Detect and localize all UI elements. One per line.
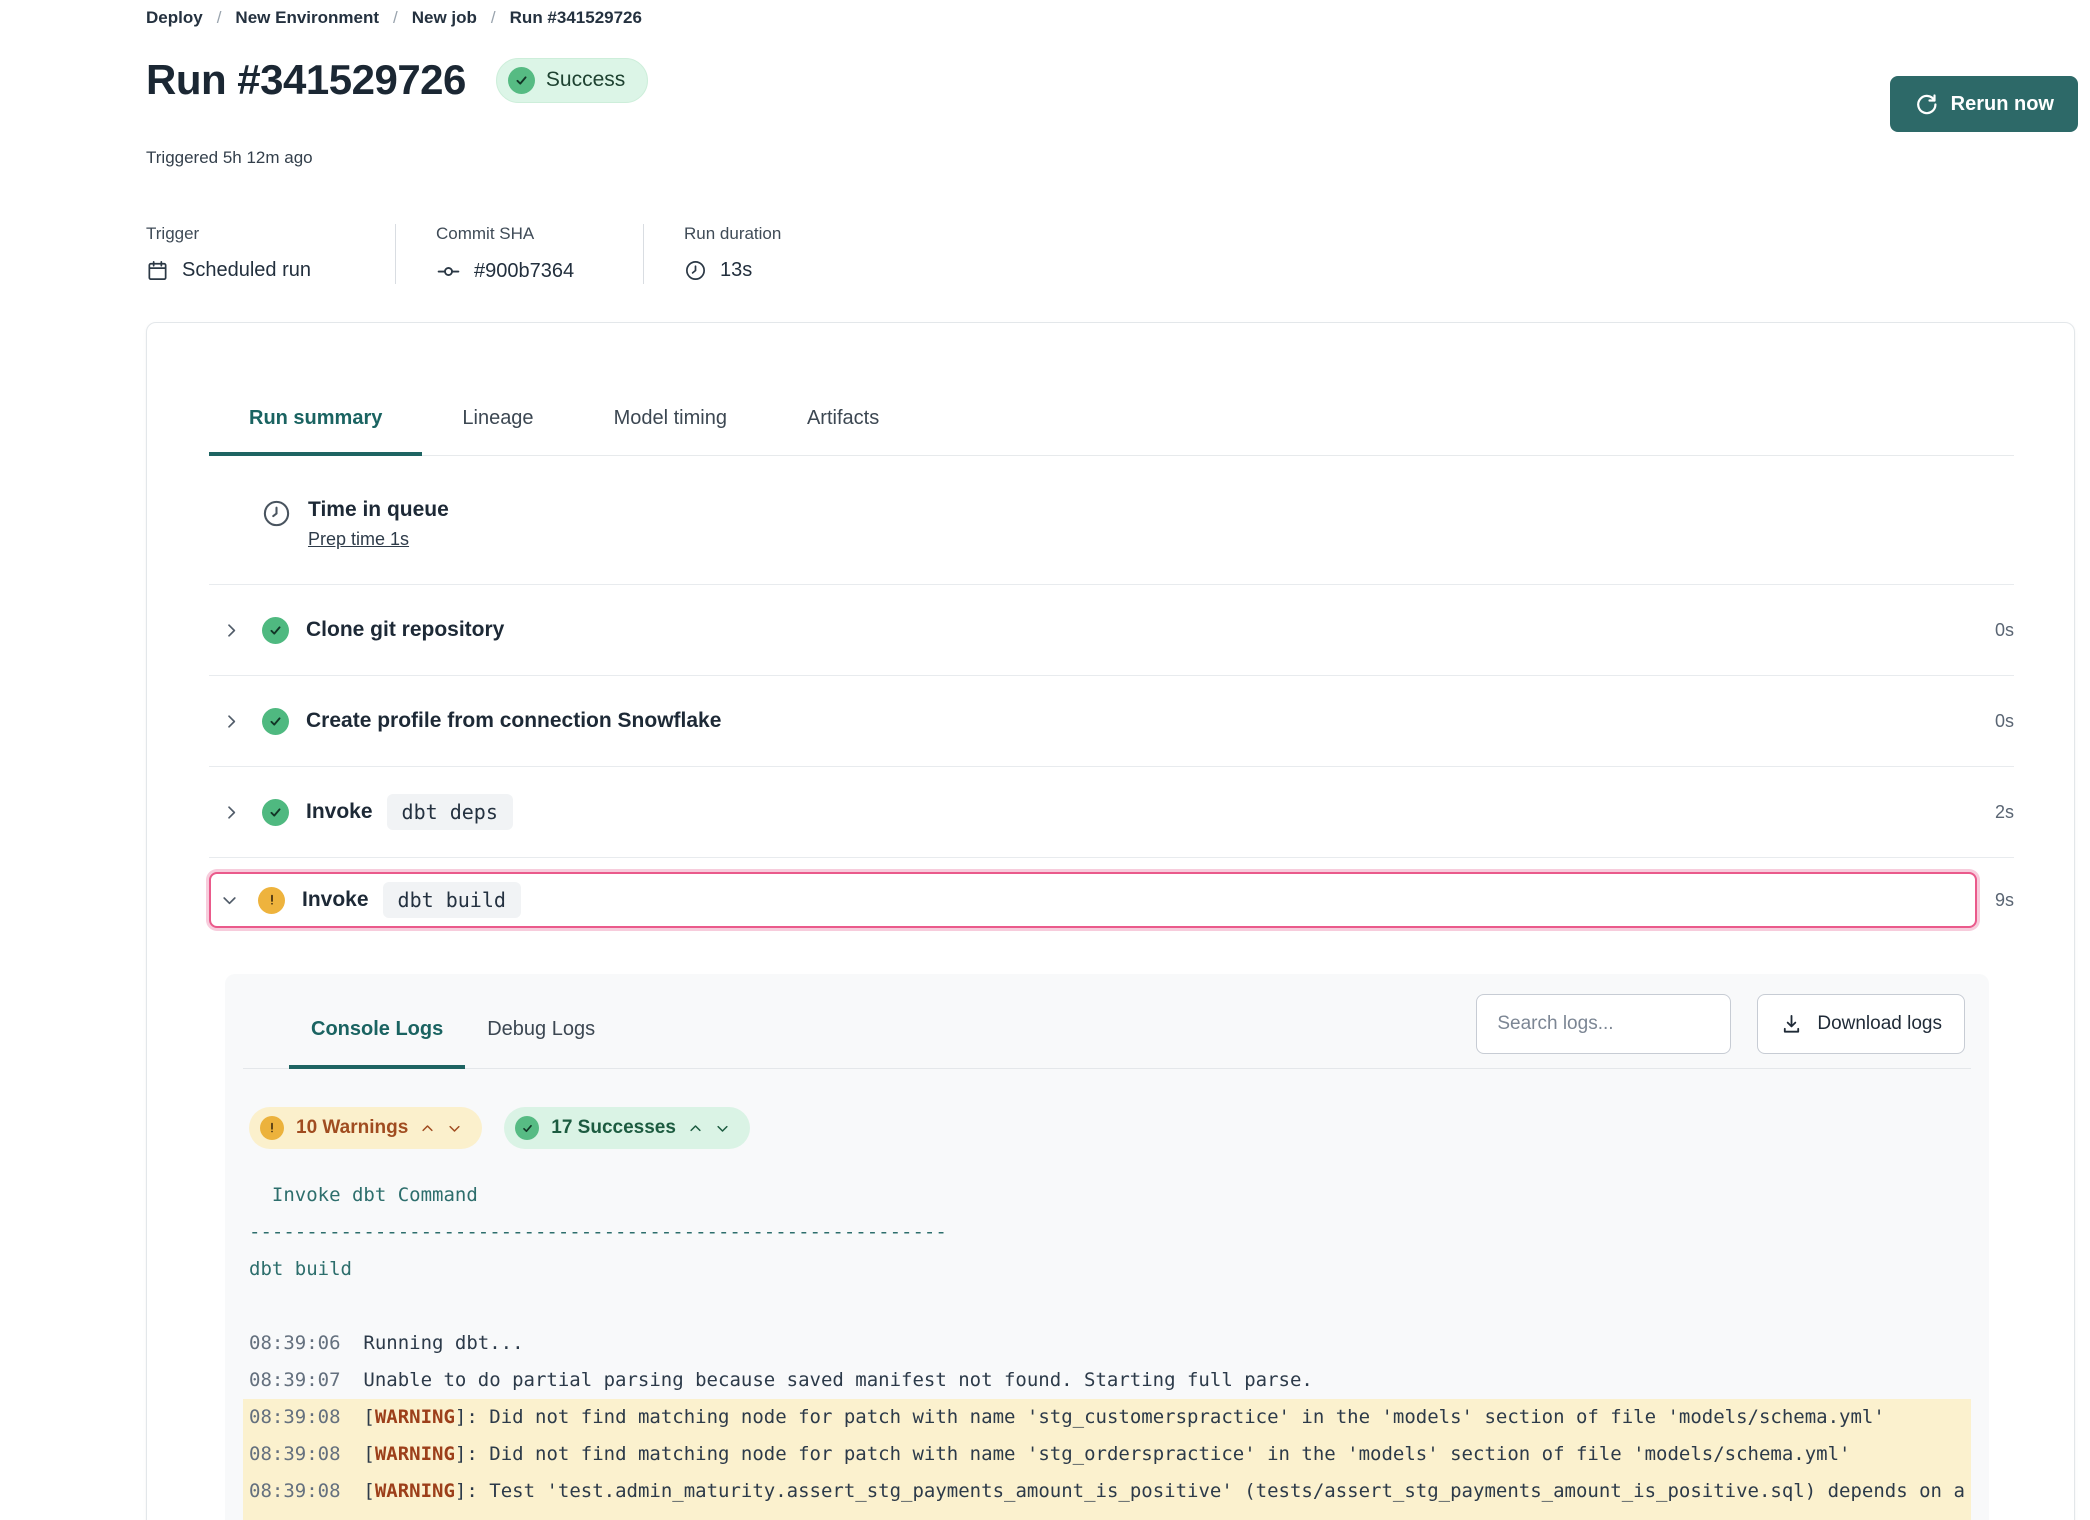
breadcrumb-separator: /: [491, 6, 496, 30]
warnings-count: 10 Warnings: [296, 1117, 408, 1139]
meta-trigger-value: Scheduled run: [182, 259, 311, 282]
successes-count: 17 Successes: [551, 1117, 676, 1139]
meta-commit-label: Commit SHA: [436, 224, 603, 244]
download-logs-label: Download logs: [1817, 1013, 1942, 1035]
log-summary-badges: 10 Warnings 17 Successes: [249, 1107, 1971, 1149]
log-tabs: Console Logs Debug Logs: [289, 1004, 617, 1068]
clock-icon: [261, 498, 292, 529]
tab-model-timing[interactable]: Model timing: [574, 401, 767, 456]
step-title: Invoke: [302, 888, 369, 912]
step-command-chip: dbt deps: [387, 794, 513, 830]
step-duration: 0s: [1995, 711, 2014, 732]
tab-console-logs[interactable]: Console Logs: [289, 1004, 465, 1069]
step-command-chip: dbt build: [383, 882, 521, 918]
tab-debug-logs[interactable]: Debug Logs: [465, 1004, 617, 1069]
search-logs-input[interactable]: [1476, 994, 1731, 1054]
breadcrumb-separator: /: [393, 6, 398, 30]
successes-badge: 17 Successes: [504, 1107, 750, 1149]
time-in-queue-title: Time in queue: [308, 498, 449, 522]
meta-trigger: Trigger Scheduled run: [146, 224, 395, 284]
chevron-right-icon[interactable]: [223, 622, 240, 639]
page-title: Run #341529726: [146, 56, 466, 104]
clock-icon: [684, 259, 707, 282]
log-panel: Console Logs Debug Logs Download logs: [225, 974, 1989, 1520]
step-row-dbt-build-wrap: Invoke dbt build 9s: [209, 857, 2014, 928]
step-row-clone-git[interactable]: Clone git repository 0s: [209, 584, 2014, 675]
success-check-icon: [262, 617, 289, 644]
status-badge: Success: [496, 58, 648, 103]
log-warning-line: 08:39:08 [WARNING]: Test 'test.admin_mat…: [243, 1473, 1971, 1520]
warning-icon: [260, 1116, 284, 1140]
log-line: dbt build: [243, 1251, 1971, 1288]
warning-icon: [258, 887, 285, 914]
breadcrumb-environment[interactable]: New Environment: [235, 6, 379, 30]
log-header: Console Logs Debug Logs Download logs: [243, 974, 1971, 1069]
success-check-icon: [508, 67, 535, 94]
breadcrumb-separator: /: [217, 6, 222, 30]
meta-duration: Run duration 13s: [643, 224, 821, 284]
log-blank-line: [243, 1288, 1971, 1325]
run-tabs: Run summary Lineage Model timing Artifac…: [209, 323, 2014, 456]
breadcrumb: Deploy / New Environment / New job / Run…: [146, 6, 2078, 30]
log-warning-line: 08:39:08 [WARNING]: Did not find matchin…: [243, 1399, 1971, 1436]
chevron-up-icon[interactable]: [688, 1121, 703, 1136]
refresh-icon: [1914, 92, 1938, 116]
success-check-icon: [515, 1116, 539, 1140]
meta-commit-value: #900b7364: [474, 260, 574, 283]
step-title: Clone git repository: [306, 618, 504, 642]
calendar-icon: [146, 259, 169, 282]
run-summary-card: Run summary Lineage Model timing Artifac…: [146, 322, 2075, 1520]
step-duration: 9s: [1995, 890, 2014, 911]
log-warning-line: 08:39:08 [WARNING]: Did not find matchin…: [243, 1436, 1971, 1473]
chevron-right-icon[interactable]: [223, 804, 240, 821]
meta-commit: Commit SHA #900b7364: [395, 224, 643, 284]
meta-duration-value: 13s: [720, 259, 752, 282]
chevron-down-icon[interactable]: [447, 1121, 462, 1136]
breadcrumb-current-run: Run #341529726: [510, 6, 642, 30]
status-badge-label: Success: [546, 68, 625, 92]
step-title: Invoke: [306, 800, 373, 824]
git-commit-icon: [436, 259, 461, 284]
download-logs-button[interactable]: Download logs: [1757, 994, 1965, 1054]
time-in-queue-row: Time in queue Prep time 1s: [209, 456, 2014, 584]
log-line: 08:39:07 Unable to do partial parsing be…: [243, 1362, 1971, 1399]
step-row-dbt-deps[interactable]: Invoke dbt deps 2s: [209, 766, 2014, 857]
chevron-right-icon[interactable]: [223, 713, 240, 730]
console-log-output: Invoke dbt Command ---------------------…: [243, 1177, 1971, 1520]
page-header: Run #341529726 Success Rerun now: [146, 56, 2078, 132]
step-row-dbt-build[interactable]: Invoke dbt build: [209, 872, 1977, 928]
step-duration: 0s: [1995, 620, 2014, 641]
log-line: 08:39:06 Running dbt...: [243, 1325, 1971, 1362]
success-check-icon: [262, 799, 289, 826]
log-divider-line: ----------------------------------------…: [243, 1214, 1971, 1251]
tab-run-summary[interactable]: Run summary: [209, 401, 422, 456]
tab-lineage[interactable]: Lineage: [422, 401, 573, 456]
step-row-create-profile[interactable]: Create profile from connection Snowflake…: [209, 675, 2014, 766]
chevron-up-icon[interactable]: [420, 1121, 435, 1136]
prep-time-link[interactable]: Prep time 1s: [308, 529, 409, 550]
success-check-icon: [262, 708, 289, 735]
breadcrumb-deploy[interactable]: Deploy: [146, 6, 203, 30]
chevron-down-icon[interactable]: [715, 1121, 730, 1136]
run-meta: Trigger Scheduled run Commit SHA #900b73…: [146, 224, 2078, 284]
step-duration: 2s: [1995, 802, 2014, 823]
rerun-now-button[interactable]: Rerun now: [1890, 76, 2078, 132]
triggered-timestamp: Triggered 5h 12m ago: [146, 148, 2078, 168]
meta-duration-label: Run duration: [684, 224, 781, 244]
download-icon: [1780, 1013, 1803, 1036]
breadcrumb-job[interactable]: New job: [412, 6, 477, 30]
rerun-now-label: Rerun now: [1951, 93, 2054, 116]
tab-artifacts[interactable]: Artifacts: [767, 401, 919, 456]
run-detail-page: Deploy / New Environment / New job / Run…: [0, 0, 2090, 1520]
meta-trigger-label: Trigger: [146, 224, 355, 244]
chevron-down-icon[interactable]: [221, 892, 238, 909]
warnings-badge: 10 Warnings: [249, 1107, 482, 1149]
step-title: Create profile from connection Snowflake: [306, 709, 721, 733]
log-line: Invoke dbt Command: [243, 1177, 1971, 1214]
